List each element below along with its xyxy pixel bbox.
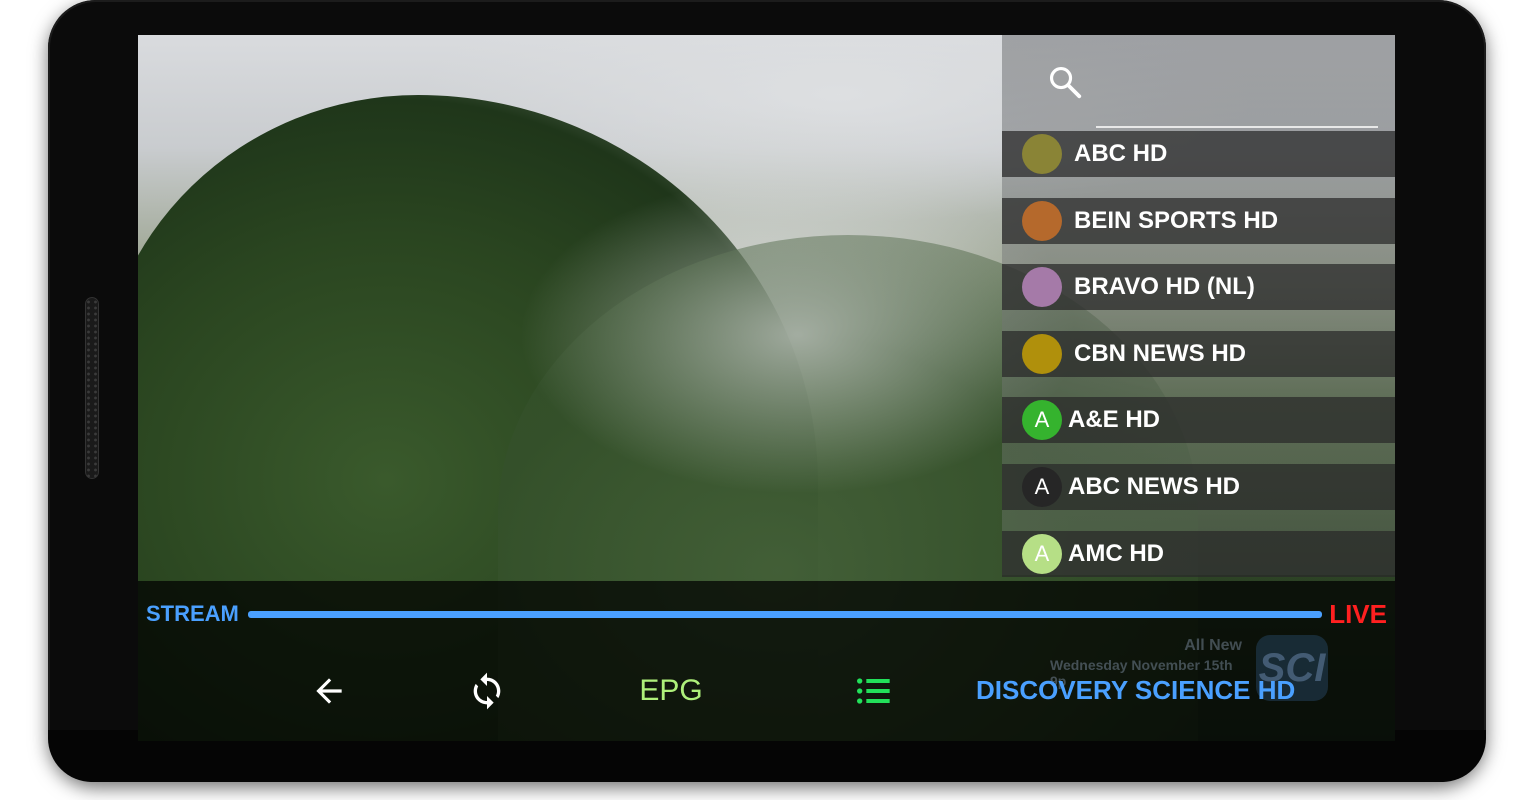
channel-logo-icon <box>1022 267 1062 308</box>
epg-button[interactable]: EPG <box>626 667 716 715</box>
channel-logo-icon: A <box>1022 467 1062 507</box>
channel-list-button[interactable] <box>852 667 894 715</box>
stream-label: STREAM <box>146 601 239 626</box>
channel-name: ABC HD <box>1074 140 1168 167</box>
search-bar[interactable] <box>1002 35 1395 131</box>
channel-item[interactable]: CBN NEWS HD <box>1002 330 1395 377</box>
channel-name: AMC HD <box>1068 539 1164 567</box>
channel-item[interactable]: BEIN SPORTS HD <box>1002 197 1395 244</box>
channel-name: CBN NEWS HD <box>1074 339 1246 367</box>
search-icon[interactable] <box>1046 63 1084 101</box>
channel-item[interactable]: A AMC HD <box>1002 530 1395 577</box>
channel-name: BEIN SPORTS HD <box>1074 206 1279 234</box>
current-channel-name: DISCOVERY SCIENCE HD <box>976 675 1296 705</box>
channel-logo-icon <box>1022 134 1062 174</box>
channel-name: BRAVO HD (NL) <box>1074 273 1255 301</box>
list-icon <box>857 678 890 704</box>
stream-progress-fill <box>248 611 1322 618</box>
search-input-underline[interactable] <box>1096 126 1378 128</box>
watermark-line1: All New <box>1184 637 1242 654</box>
channel-item[interactable]: A A&E HD <box>1002 397 1395 444</box>
channel-item[interactable]: A ABC NEWS HD <box>1002 464 1395 510</box>
channel-logo-icon <box>1022 333 1062 374</box>
channel-name: A&E HD <box>1068 406 1161 434</box>
device-speaker <box>85 297 99 479</box>
channel-name: ABC NEWS HD <box>1068 473 1240 500</box>
player-control-bar: STREAM LIVE All New Wednesday November 1… <box>138 581 1395 741</box>
refresh-icon <box>473 672 501 710</box>
channel-logo-icon <box>1022 200 1062 241</box>
channel-item[interactable]: BRAVO HD (NL) <box>1002 264 1395 311</box>
stream-progress-bar[interactable] <box>248 611 1322 618</box>
back-button[interactable] <box>308 667 350 715</box>
live-indicator[interactable]: LIVE <box>1329 599 1387 630</box>
refresh-button[interactable] <box>466 667 508 715</box>
channel-list-panel: ABC HD BEIN SPORTS HD BRAVO HD (NL) CBN NEW… <box>1002 35 1395 577</box>
arrow-left-icon <box>316 678 342 704</box>
video-player-screen[interactable]: ABC HD BEIN SPORTS HD BRAVO HD (NL) CBN NEW… <box>138 35 1395 741</box>
channel-logo-icon: A <box>1022 533 1062 574</box>
channel-item[interactable]: ABC HD <box>1002 131 1395 177</box>
channel-logo-icon: A <box>1022 400 1062 441</box>
